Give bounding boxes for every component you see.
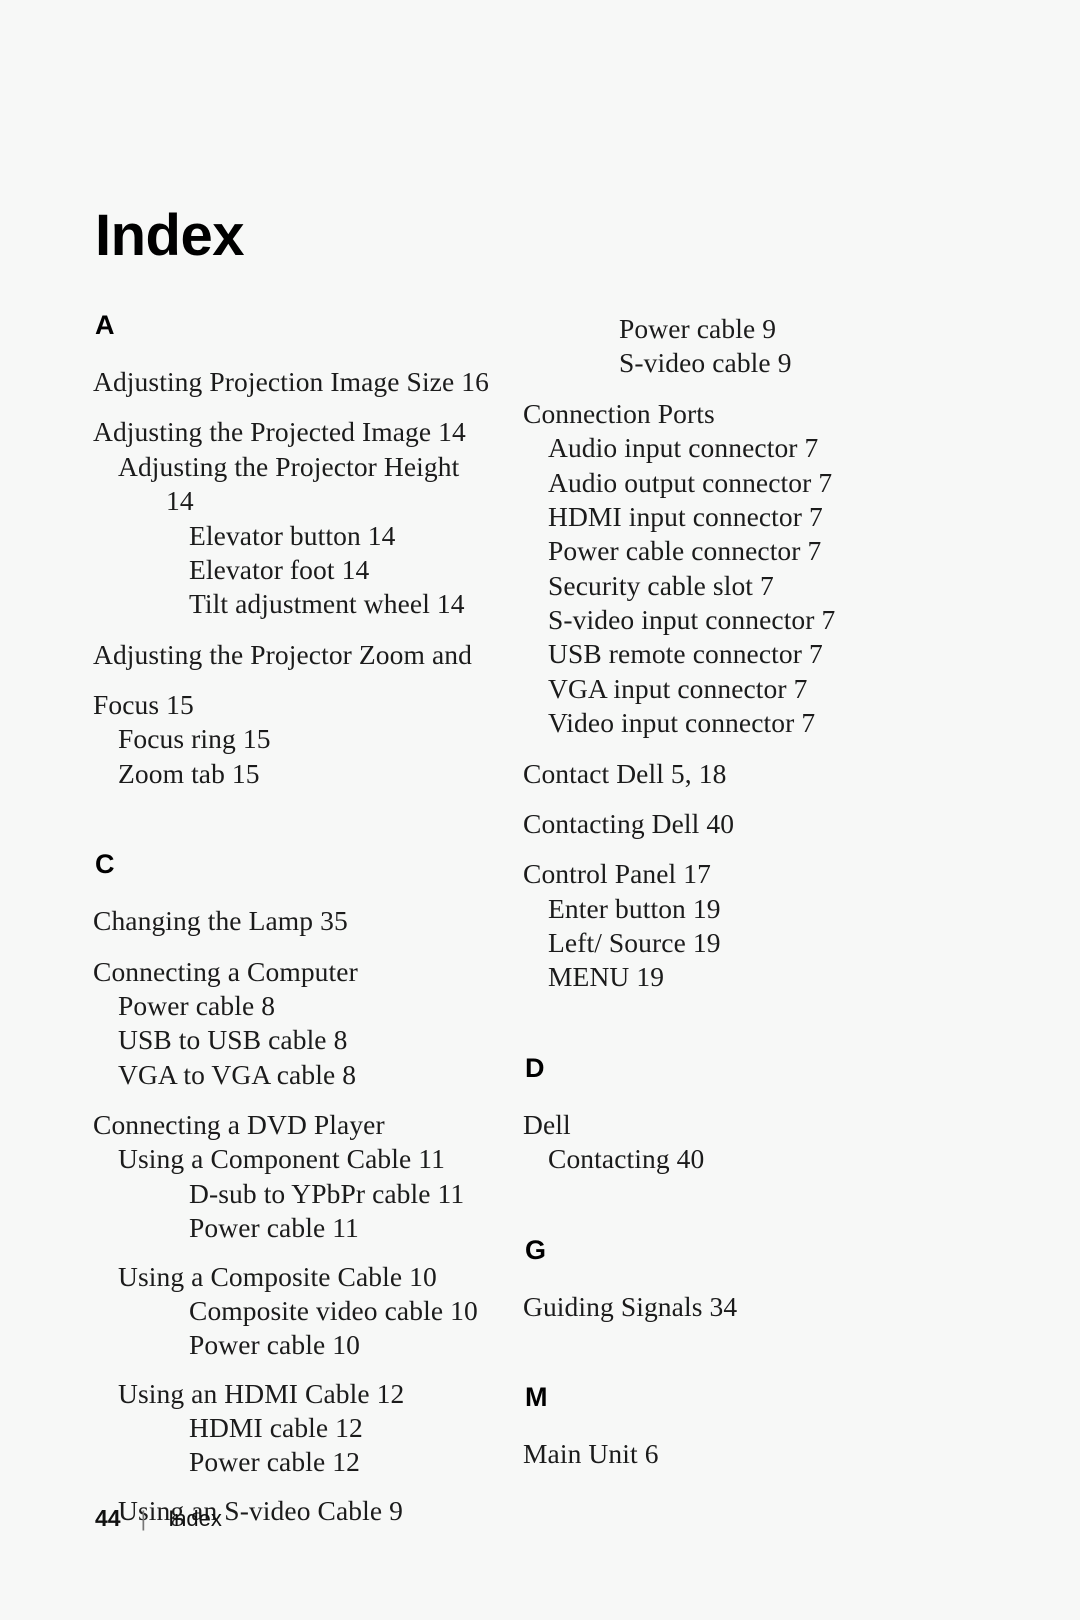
index-entry: Tilt adjustment wheel 14 — [189, 588, 465, 620]
index-letter-heading: G — [525, 1234, 547, 1265]
index-letter-heading: C — [95, 849, 115, 880]
index-entry: S-video cable 9 — [619, 347, 792, 379]
index-entry: Adjusting the Projector Zoom and — [93, 638, 472, 670]
index-letter-heading: A — [95, 310, 115, 340]
index-entry: Power cable connector 7 — [548, 535, 822, 567]
index-page: Index A Adjusting Projection Image Size 1… — [0, 0, 1080, 1620]
index-entry: Using a Composite Cable 10 — [118, 1260, 437, 1292]
index-entry: Using a Component Cable 11 — [118, 1143, 445, 1175]
index-entry: Adjusting Projection Image Size 16 — [93, 366, 489, 397]
index-entry: Changing the Lamp 35 — [93, 905, 348, 937]
footer-separator: | — [140, 1508, 147, 1531]
index-entry: D-sub to YPbPr cable 11 — [189, 1177, 465, 1209]
index-letter-heading: D — [525, 1052, 545, 1083]
index-columns: A Adjusting Projection Image Size 16 Adjus… — [0, 312, 1080, 1528]
index-entry: Elevator foot 14 — [189, 553, 370, 585]
index-entry: Zoom tab 15 — [118, 757, 260, 789]
index-entry: S-video input connector 7 — [548, 604, 836, 635]
index-entry: Enter button 19 — [548, 892, 721, 924]
index-entry: Using an HDMI Cable 12 — [118, 1377, 405, 1409]
index-entry: Composite video cable 10 — [189, 1294, 478, 1326]
index-entry: USB remote connector 7 — [548, 638, 823, 670]
index-entry: Connecting a Computer — [93, 955, 358, 987]
index-entry: Left/ Source 19 — [548, 927, 721, 958]
index-entry: Guiding Signals 34 — [523, 1290, 738, 1322]
index-entry: Dell — [523, 1108, 571, 1140]
index-entry: Connection Ports — [523, 397, 715, 429]
index-entry: Power cable 11 — [189, 1212, 359, 1244]
page-title: Index — [95, 202, 245, 268]
index-entry: Audio output connector 7 — [548, 466, 833, 498]
index-column-left: A Adjusting Projection Image Size 16 Adjus… — [93, 312, 523, 1528]
index-entry: Elevator button 14 — [189, 519, 396, 551]
index-letter-heading: M — [525, 1381, 548, 1412]
index-entry: Power cable 12 — [189, 1446, 360, 1478]
index-entry: Connecting a DVD Player — [93, 1109, 385, 1140]
index-entry: USB to USB cable 8 — [118, 1024, 348, 1056]
footer-page-number: 44 — [95, 1505, 121, 1531]
index-entry: MENU 19 — [548, 961, 665, 993]
index-entry: Main Unit 6 — [523, 1437, 659, 1469]
index-entry: Video input connector 7 — [548, 707, 816, 739]
index-column-right: Power cable 9 S-video cable 9 Connection P… — [523, 312, 953, 1471]
index-entry: VGA input connector 7 — [548, 672, 808, 704]
index-entry: Focus 15 — [93, 689, 194, 720]
index-entry: HDMI cable 12 — [189, 1412, 363, 1443]
index-entry: Contact Dell 5, 18 — [523, 757, 727, 789]
index-entry: Adjusting the Projected Image 14 — [93, 416, 466, 448]
index-entry: Contacting 40 — [548, 1143, 705, 1175]
index-entry: Power cable 10 — [189, 1329, 360, 1361]
index-entry: Focus ring 15 — [118, 723, 271, 755]
footer-label: Index — [168, 1506, 222, 1531]
index-entry: HDMI input connector 7 — [548, 500, 823, 532]
index-entry: Power cable 9 — [619, 313, 777, 344]
index-entry: Power cable 8 — [118, 989, 276, 1021]
index-entry: VGA to VGA cable 8 — [118, 1058, 357, 1090]
index-entry: Security cable slot 7 — [548, 569, 774, 601]
index-entry: 14 — [166, 485, 194, 517]
index-entry: Adjusting the Projector Height — [118, 450, 460, 482]
index-entry: Control Panel 17 — [523, 858, 711, 890]
page-footer: 44 | Index — [95, 1505, 222, 1532]
index-entry: Contacting Dell 40 — [523, 807, 735, 839]
index-entry: Audio input connector 7 — [548, 432, 819, 464]
